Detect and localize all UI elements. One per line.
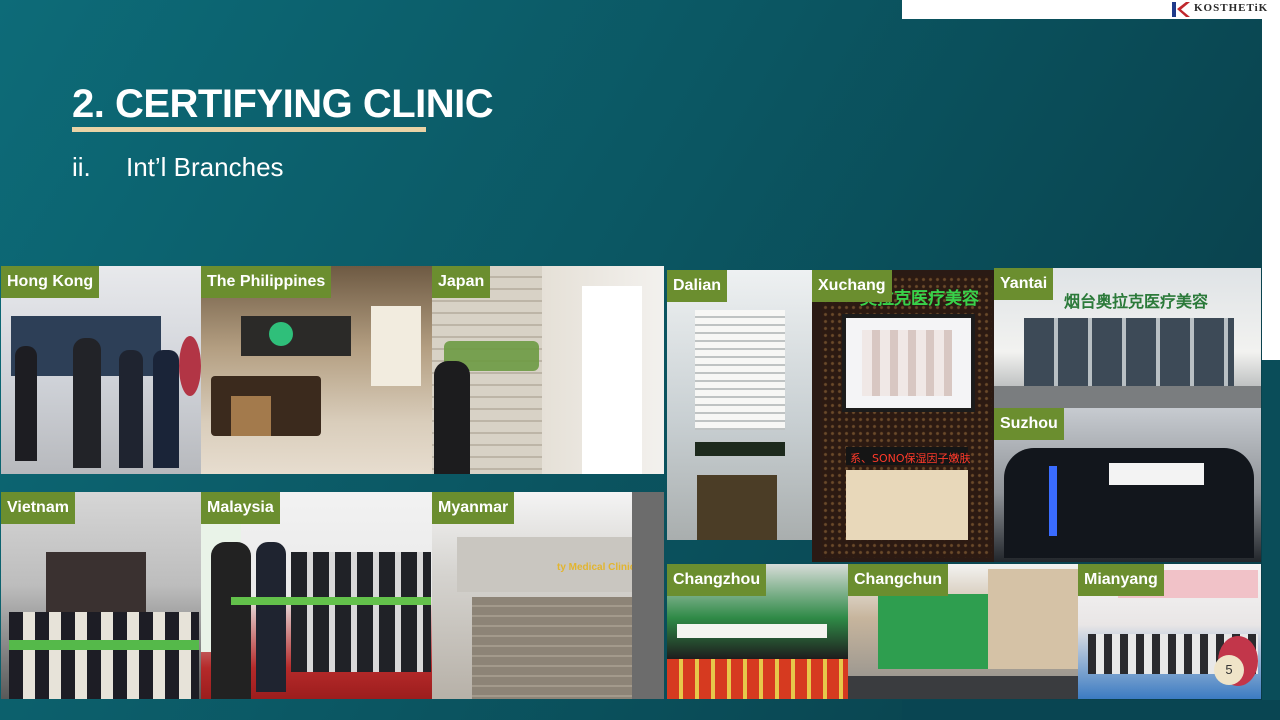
- photo-suzhou: Suzhou: [994, 408, 1261, 562]
- decor-strip-right: [1262, 360, 1280, 700]
- photo-changchun: Changchun: [848, 564, 1078, 699]
- branch-label-mianyang: Mianyang: [1078, 564, 1164, 596]
- branch-label-malaysia: Malaysia: [201, 492, 280, 524]
- branch-label-vietnam: Vietnam: [1, 492, 75, 524]
- branch-label-suzhou: Suzhou: [994, 408, 1064, 440]
- photo-japan: Japan: [432, 266, 664, 474]
- brand-logo-text: KOSTHETiK: [1194, 2, 1269, 14]
- photo-philippines: The Philippines: [201, 266, 432, 474]
- branch-label-xuchang: Xuchang: [812, 270, 892, 302]
- photo-vietnam: Vietnam: [1, 492, 201, 699]
- xuchang-led-sign: 系、SONO保湿因子嫩肤: [850, 452, 971, 465]
- branch-label-japan: Japan: [432, 266, 491, 298]
- subtitle-number: ii.: [72, 152, 91, 182]
- branch-label-myanmar: Myanmar: [432, 492, 515, 524]
- yantai-sign: 烟台奥拉克医疗美容: [1064, 292, 1209, 311]
- photo-malaysia: Malaysia: [201, 492, 432, 699]
- photo-yantai: 烟台奥拉克医疗美容 Yantai: [994, 268, 1261, 408]
- title-underline: [72, 127, 426, 132]
- branch-label-changchun: Changchun: [848, 564, 948, 596]
- branch-label-philippines: The Philippines: [201, 266, 332, 298]
- photo-dalian: Dalian: [667, 270, 812, 540]
- photo-hong-kong: Hong Kong: [1, 266, 201, 474]
- decor-strip-bottom: [902, 700, 1280, 720]
- photo-changzhou: Changzhou: [667, 564, 848, 699]
- myanmar-clinic-sign: ty Medical Clinic: [557, 562, 636, 573]
- branch-label-changzhou: Changzhou: [667, 564, 767, 596]
- subtitle-text: Int’l Branches: [126, 152, 284, 182]
- branch-label-dalian: Dalian: [667, 270, 728, 302]
- branch-label-yantai: Yantai: [994, 268, 1054, 300]
- branch-label-hong-kong: Hong Kong: [1, 266, 100, 298]
- photo-xuchang: 奥拉克医疗美容 系、SONO保湿因子嫩肤 Xuchang: [812, 270, 994, 562]
- photo-myanmar: ty Medical Clinic Myanmar: [432, 492, 664, 699]
- kosthetik-logo-icon: [1172, 2, 1190, 17]
- page-number: 5: [1214, 655, 1244, 685]
- slide-title: 2. CERTIFYING CLINIC: [72, 82, 494, 126]
- slide-subtitle: ii. Int’l Branches: [72, 152, 284, 183]
